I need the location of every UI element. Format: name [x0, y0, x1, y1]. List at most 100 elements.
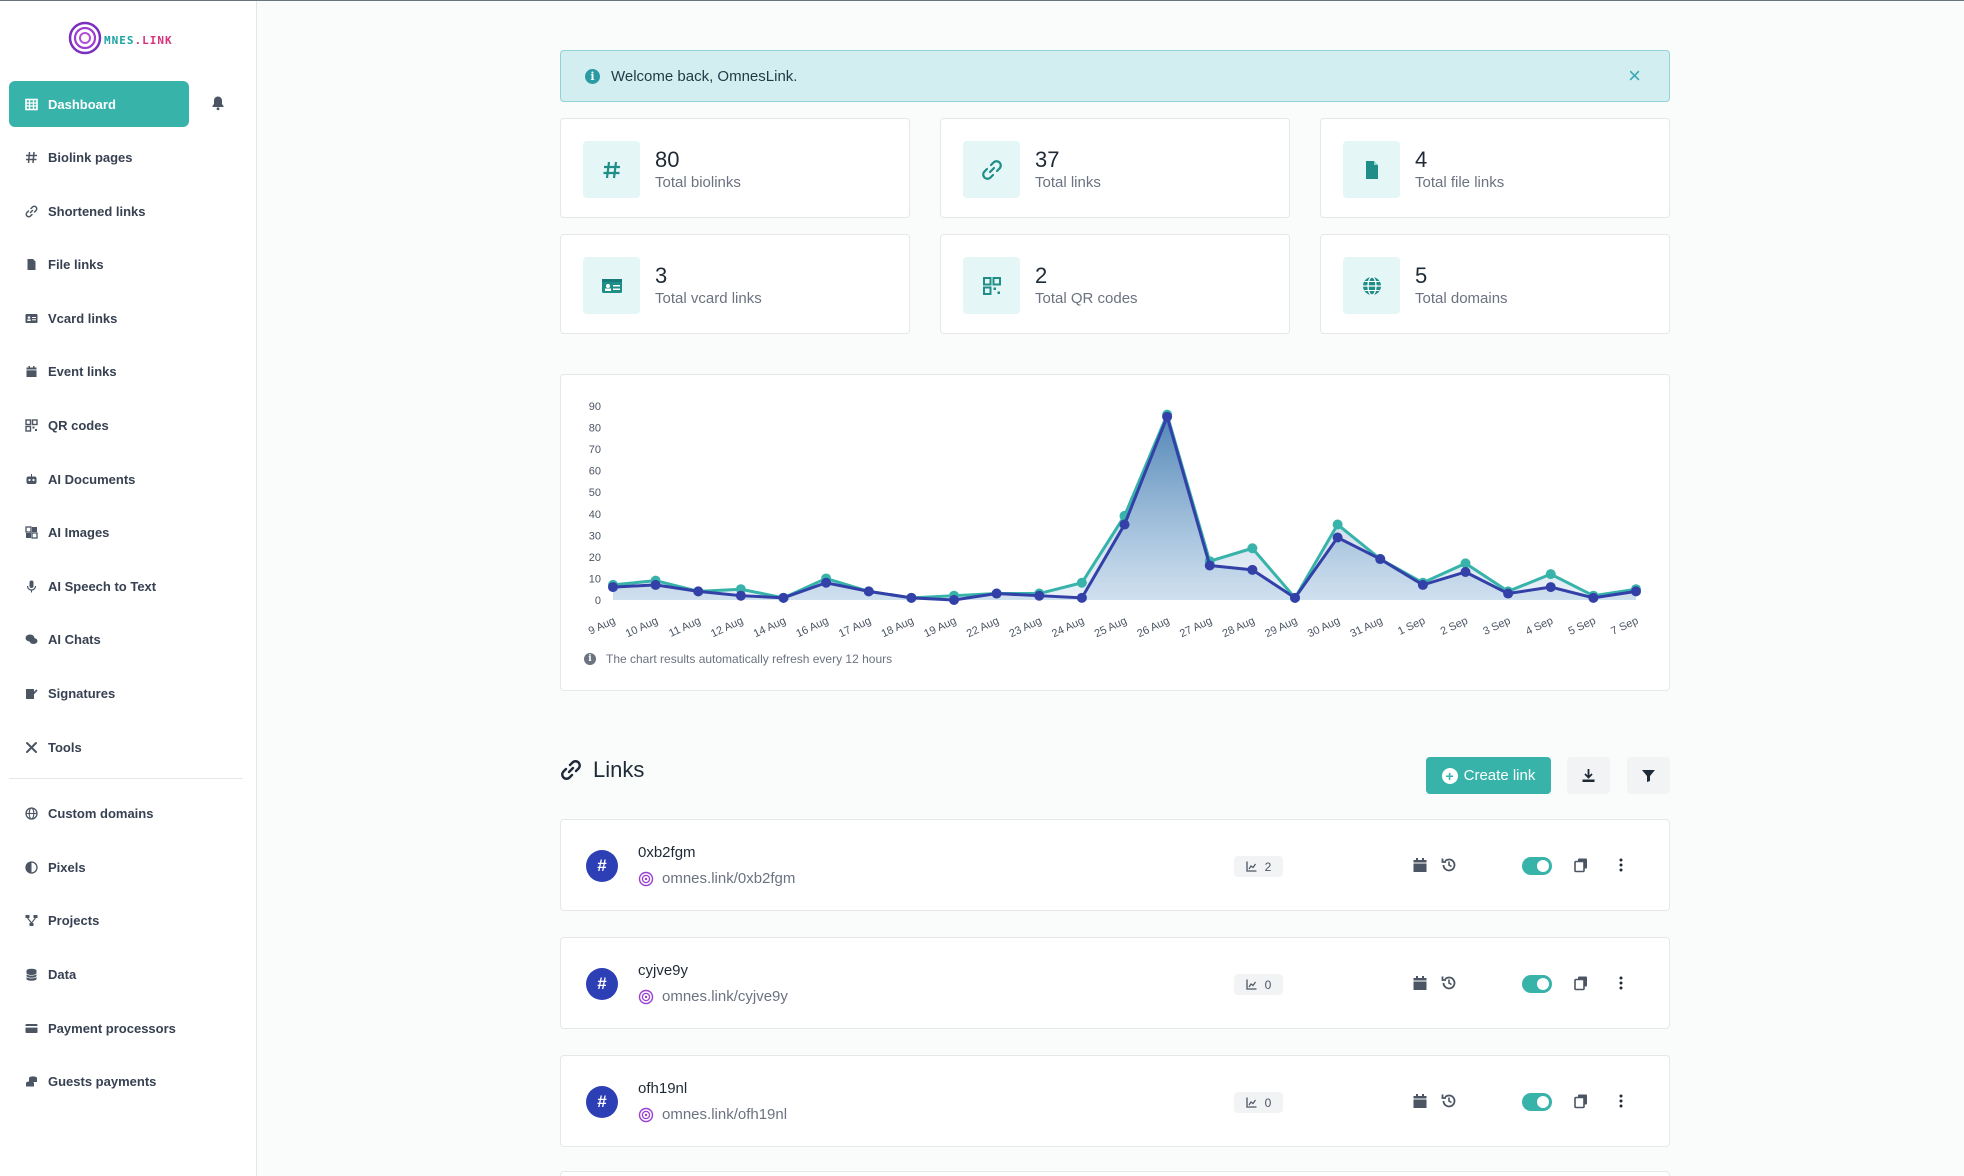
stat-card-links[interactable]: 37 Total links — [940, 118, 1290, 218]
stat-card-file-links[interactable]: 4 Total file links — [1320, 118, 1670, 218]
calendar-icon[interactable] — [1412, 857, 1428, 873]
sidebar-item-custom-domains[interactable]: Custom domains — [9, 791, 243, 837]
sidebar-item-label: Biolink pages — [48, 150, 133, 166]
coins-icon — [25, 1075, 38, 1088]
sidebar-item-biolink-pages[interactable]: Biolink pages — [9, 135, 243, 181]
link-row[interactable]: # cyjve9y omnes.link/cyjve9y 0 — [560, 937, 1670, 1029]
id-card-icon — [583, 257, 640, 314]
comments-icon — [25, 633, 38, 646]
sidebar-item-qr-codes[interactable]: QR codes — [9, 403, 243, 449]
sidebar-item-dashboard[interactable]: Dashboard — [9, 81, 189, 127]
signature-icon — [25, 687, 38, 700]
sidebar-item-data[interactable]: Data — [9, 952, 243, 998]
stat-label: Total file links — [1415, 174, 1505, 191]
close-icon[interactable]: × — [1628, 64, 1641, 88]
x-tick-label: 28 Aug — [1221, 615, 1257, 640]
sidebar-item-guests-payments[interactable]: Guests payments — [9, 1059, 243, 1105]
link-url-text: omnes.link/0xb2fgm — [662, 870, 796, 887]
data-point — [1290, 592, 1300, 603]
x-tick-label: 27 Aug — [1178, 615, 1214, 640]
sidebar-item-pixels[interactable]: Pixels — [9, 844, 243, 890]
link-url[interactable]: omnes.link/0xb2fgm — [638, 870, 795, 887]
sidebar-item-projects[interactable]: Projects — [9, 898, 243, 944]
create-link-button[interactable]: + Create link — [1426, 757, 1551, 794]
domain-spiral-icon — [638, 871, 654, 886]
data-point — [991, 588, 1002, 599]
stat-card-domains[interactable]: 5 Total domains — [1320, 234, 1670, 334]
sidebar-item-ai-speech-to-text[interactable]: AI Speech to Text — [9, 563, 243, 609]
x-tick-label: 26 Aug — [1135, 615, 1171, 640]
link-row[interactable]: # 0xb2fgm omnes.link/0xb2fgm 2 — [560, 819, 1670, 911]
sidebar-item-payment-processors[interactable]: Payment processors — [9, 1005, 243, 1051]
statistics-badge[interactable]: 2 — [1234, 856, 1283, 877]
file-icon — [1343, 141, 1400, 198]
id-card-icon — [25, 312, 38, 325]
link-enabled-toggle[interactable] — [1522, 1093, 1552, 1111]
link-row[interactable]: # ofh19nl omnes.link/ofh19nl 0 — [560, 1055, 1670, 1147]
link-row[interactable] — [560, 1171, 1670, 1176]
sidebar-item-ai-chats[interactable]: AI Chats — [9, 617, 243, 663]
stat-label: Total biolinks — [655, 174, 741, 191]
stat-card-vcard-links[interactable]: 3 Total vcard links — [560, 234, 910, 334]
links-title-text: Links — [593, 757, 645, 782]
plus-icon: + — [1441, 767, 1458, 784]
link-name[interactable]: cyjve9y — [638, 962, 688, 979]
data-point — [1460, 566, 1471, 577]
stat-value: 3 — [655, 263, 668, 288]
history-icon[interactable] — [1440, 974, 1458, 992]
stat-label: Total vcard links — [655, 290, 762, 307]
sidebar: MNES.LINK Dashboard Biolink pages Shorte… — [0, 1, 257, 1176]
y-tick-label: 90 — [589, 401, 601, 413]
sidebar-item-signatures[interactable]: Signatures — [9, 671, 243, 717]
adjust-icon — [25, 861, 38, 874]
more-vertical-icon[interactable] — [1613, 857, 1629, 873]
history-icon[interactable] — [1440, 1092, 1458, 1110]
link-name[interactable]: ofh19nl — [638, 1080, 687, 1097]
sidebar-item-ai-documents[interactable]: AI Documents — [9, 456, 243, 502]
sidebar-item-event-links[interactable]: Event links — [9, 349, 243, 395]
copy-icon[interactable] — [1573, 975, 1589, 991]
sidebar-item-label: AI Speech to Text — [48, 578, 157, 594]
link-enabled-toggle[interactable] — [1522, 975, 1552, 993]
calendar-icon[interactable] — [1412, 1093, 1428, 1109]
statistics-badge[interactable]: 0 — [1234, 974, 1283, 995]
x-tick-label: 12 Aug — [709, 615, 745, 640]
link-name[interactable]: 0xb2fgm — [638, 844, 696, 861]
filter-icon — [1642, 770, 1655, 782]
calendar-icon[interactable] — [1412, 975, 1428, 991]
welcome-alert: i Welcome back, OmnesLink. × — [560, 50, 1670, 102]
data-point — [778, 592, 789, 603]
data-point — [1204, 560, 1215, 571]
globe-icon — [1343, 257, 1400, 314]
filter-button[interactable] — [1627, 757, 1670, 794]
sidebar-item-label: Pixels — [48, 859, 86, 875]
grid-icon — [25, 98, 38, 111]
globe-icon — [25, 807, 38, 820]
history-icon[interactable] — [1440, 856, 1458, 874]
x-tick-label: 19 Aug — [922, 615, 958, 640]
link-url[interactable]: omnes.link/cyjve9y — [638, 988, 788, 1005]
hash-avatar-icon: # — [586, 968, 618, 1000]
sidebar-item-tools[interactable]: Tools — [9, 724, 243, 770]
link-url-text: omnes.link/ofh19nl — [662, 1106, 788, 1123]
link-url[interactable]: omnes.link/ofh19nl — [638, 1106, 787, 1123]
data-point — [650, 579, 661, 590]
stat-card-qr-codes[interactable]: 2 Total QR codes — [940, 234, 1290, 334]
more-vertical-icon[interactable] — [1613, 1093, 1629, 1109]
sidebar-item-ai-images[interactable]: AI Images — [9, 510, 243, 556]
stat-card-biolinks[interactable]: 80 Total biolinks — [560, 118, 910, 218]
link-icon — [25, 205, 38, 218]
qrcode-icon — [963, 257, 1020, 314]
sidebar-item-file-links[interactable]: File links — [9, 242, 243, 288]
more-vertical-icon[interactable] — [1613, 975, 1629, 991]
link-enabled-toggle[interactable] — [1522, 857, 1552, 875]
sidebar-item-vcard-links[interactable]: Vcard links — [9, 295, 243, 341]
stat-value: 37 — [1035, 147, 1060, 172]
sidebar-item-shortened-links[interactable]: Shortened links — [9, 188, 243, 234]
copy-icon[interactable] — [1573, 857, 1589, 873]
export-button[interactable] — [1567, 757, 1610, 794]
data-point — [821, 577, 832, 588]
logo[interactable]: MNES.LINK — [68, 21, 188, 61]
statistics-badge[interactable]: 0 — [1234, 1092, 1283, 1113]
copy-icon[interactable] — [1573, 1093, 1589, 1109]
